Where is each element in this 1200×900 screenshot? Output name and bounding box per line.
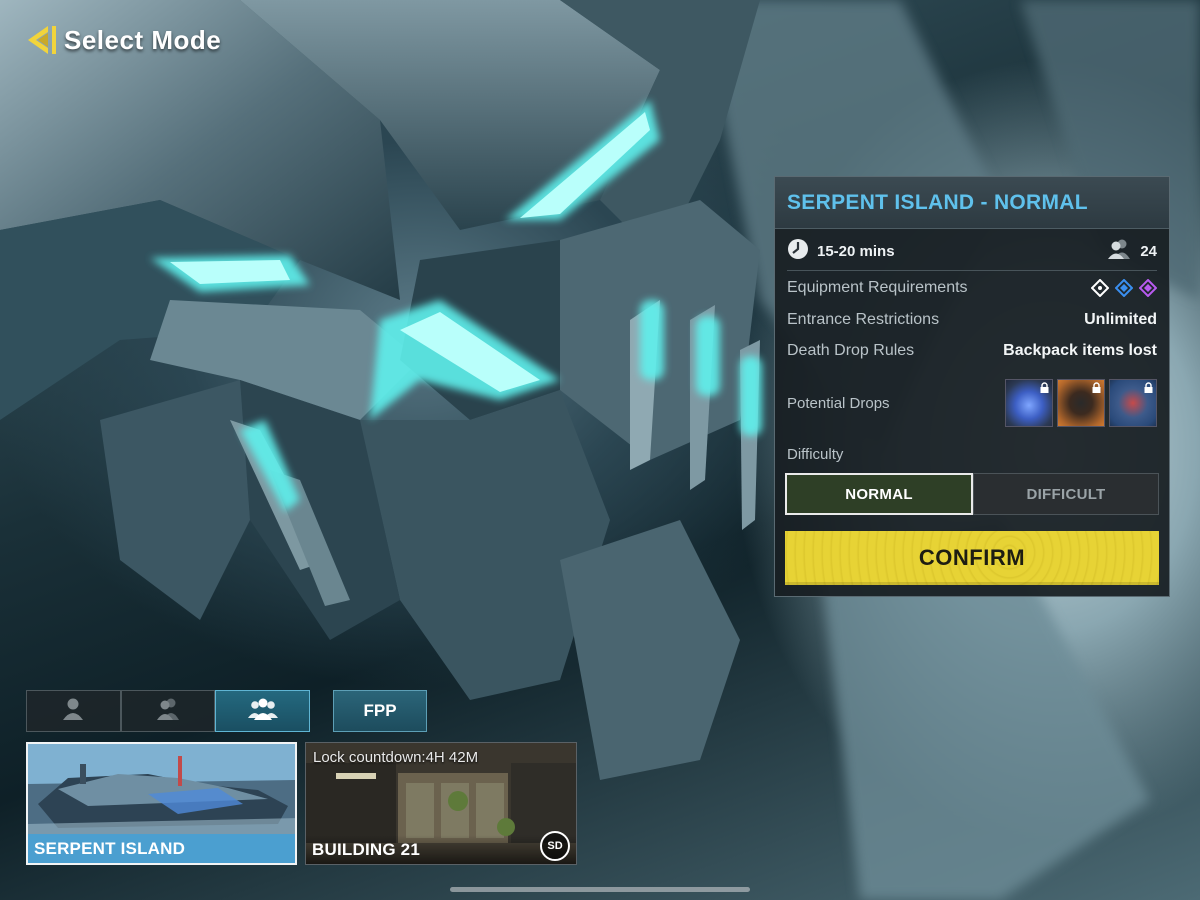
mode-details-panel: SERPENT ISLAND - NORMAL 15-20 mins 24 Eq…	[774, 176, 1170, 597]
equipment-label: Equipment Requirements	[787, 279, 968, 296]
confirm-button[interactable]: CONFIRM	[785, 531, 1159, 585]
entrance-label: Entrance Restrictions	[787, 311, 940, 328]
map-name-building-21: BUILDING 21	[312, 839, 420, 859]
clock-icon	[787, 238, 809, 265]
lock-icon	[1143, 381, 1154, 393]
solo-icon	[60, 697, 86, 726]
fpp-toggle[interactable]: FPP	[333, 690, 427, 732]
home-indicator[interactable]	[450, 887, 750, 892]
squad-icon	[247, 697, 278, 726]
potential-drops-label: Potential Drops	[787, 394, 890, 412]
panel-header: SERPENT ISLAND - NORMAL	[775, 177, 1169, 229]
difficulty-label-row: Difficulty	[787, 441, 1157, 467]
players-icon	[1106, 238, 1132, 265]
mode-title: SERPENT ISLAND - NORMAL	[787, 190, 1088, 214]
tab-duo[interactable]	[120, 690, 216, 732]
mode-meta-row: 15-20 mins 24	[787, 233, 1157, 271]
white-diamond-icon	[1090, 278, 1110, 298]
lock-icon	[1091, 381, 1102, 393]
lock-countdown: Lock countdown:4H 42M	[313, 749, 479, 766]
map-card-building-21[interactable]: Lock countdown:4H 42M BUILDING 21 SD	[305, 742, 577, 865]
top-bar: Select Mode	[24, 20, 221, 60]
match-duration: 15-20 mins	[817, 243, 895, 260]
difficulty-label: Difficulty	[787, 445, 844, 463]
drop-item-dark-ring[interactable]	[1057, 379, 1105, 427]
entrance-value: Unlimited	[1084, 311, 1157, 328]
difficulty-normal-button[interactable]: NORMAL	[785, 473, 973, 515]
lock-icon	[1039, 381, 1050, 393]
sd-badge: SD	[540, 831, 570, 861]
drop-item-case[interactable]	[1109, 379, 1157, 427]
potential-drops-row: Potential Drops	[787, 378, 1157, 428]
map-name-serpent-island: SERPENT ISLAND	[34, 838, 186, 858]
purple-diamond-icon	[1138, 278, 1158, 298]
duo-icon	[154, 697, 182, 726]
map-label-bar: SERPENT ISLAND	[28, 834, 295, 863]
death-drop-label: Death Drop Rules	[787, 342, 915, 359]
page-title: Select Mode	[64, 24, 222, 55]
difficulty-selector: NORMAL DIFFICULT	[785, 473, 1159, 515]
entrance-row: Entrance Restrictions Unlimited	[787, 307, 1157, 333]
death-drop-value: Backpack items lost	[1003, 342, 1157, 359]
map-card-serpent-island[interactable]: SERPENT ISLAND	[26, 742, 297, 865]
serpent-island-art	[28, 744, 295, 839]
death-drop-row: Death Drop Rules Backpack items lost	[787, 338, 1157, 364]
back-arrow-icon[interactable]	[24, 22, 60, 58]
difficulty-difficult-button[interactable]: DIFFICULT	[973, 473, 1159, 515]
team-size-tabs	[26, 690, 311, 732]
tab-squad[interactable]	[215, 690, 311, 732]
tab-solo[interactable]	[26, 690, 121, 732]
drop-item-blue-skull[interactable]	[1005, 379, 1053, 427]
player-count: 24	[1140, 243, 1157, 260]
blue-diamond-icon	[1114, 278, 1134, 298]
equipment-row: Equipment Requirements	[787, 275, 1158, 301]
map-label-bar: BUILDING 21	[306, 835, 576, 864]
